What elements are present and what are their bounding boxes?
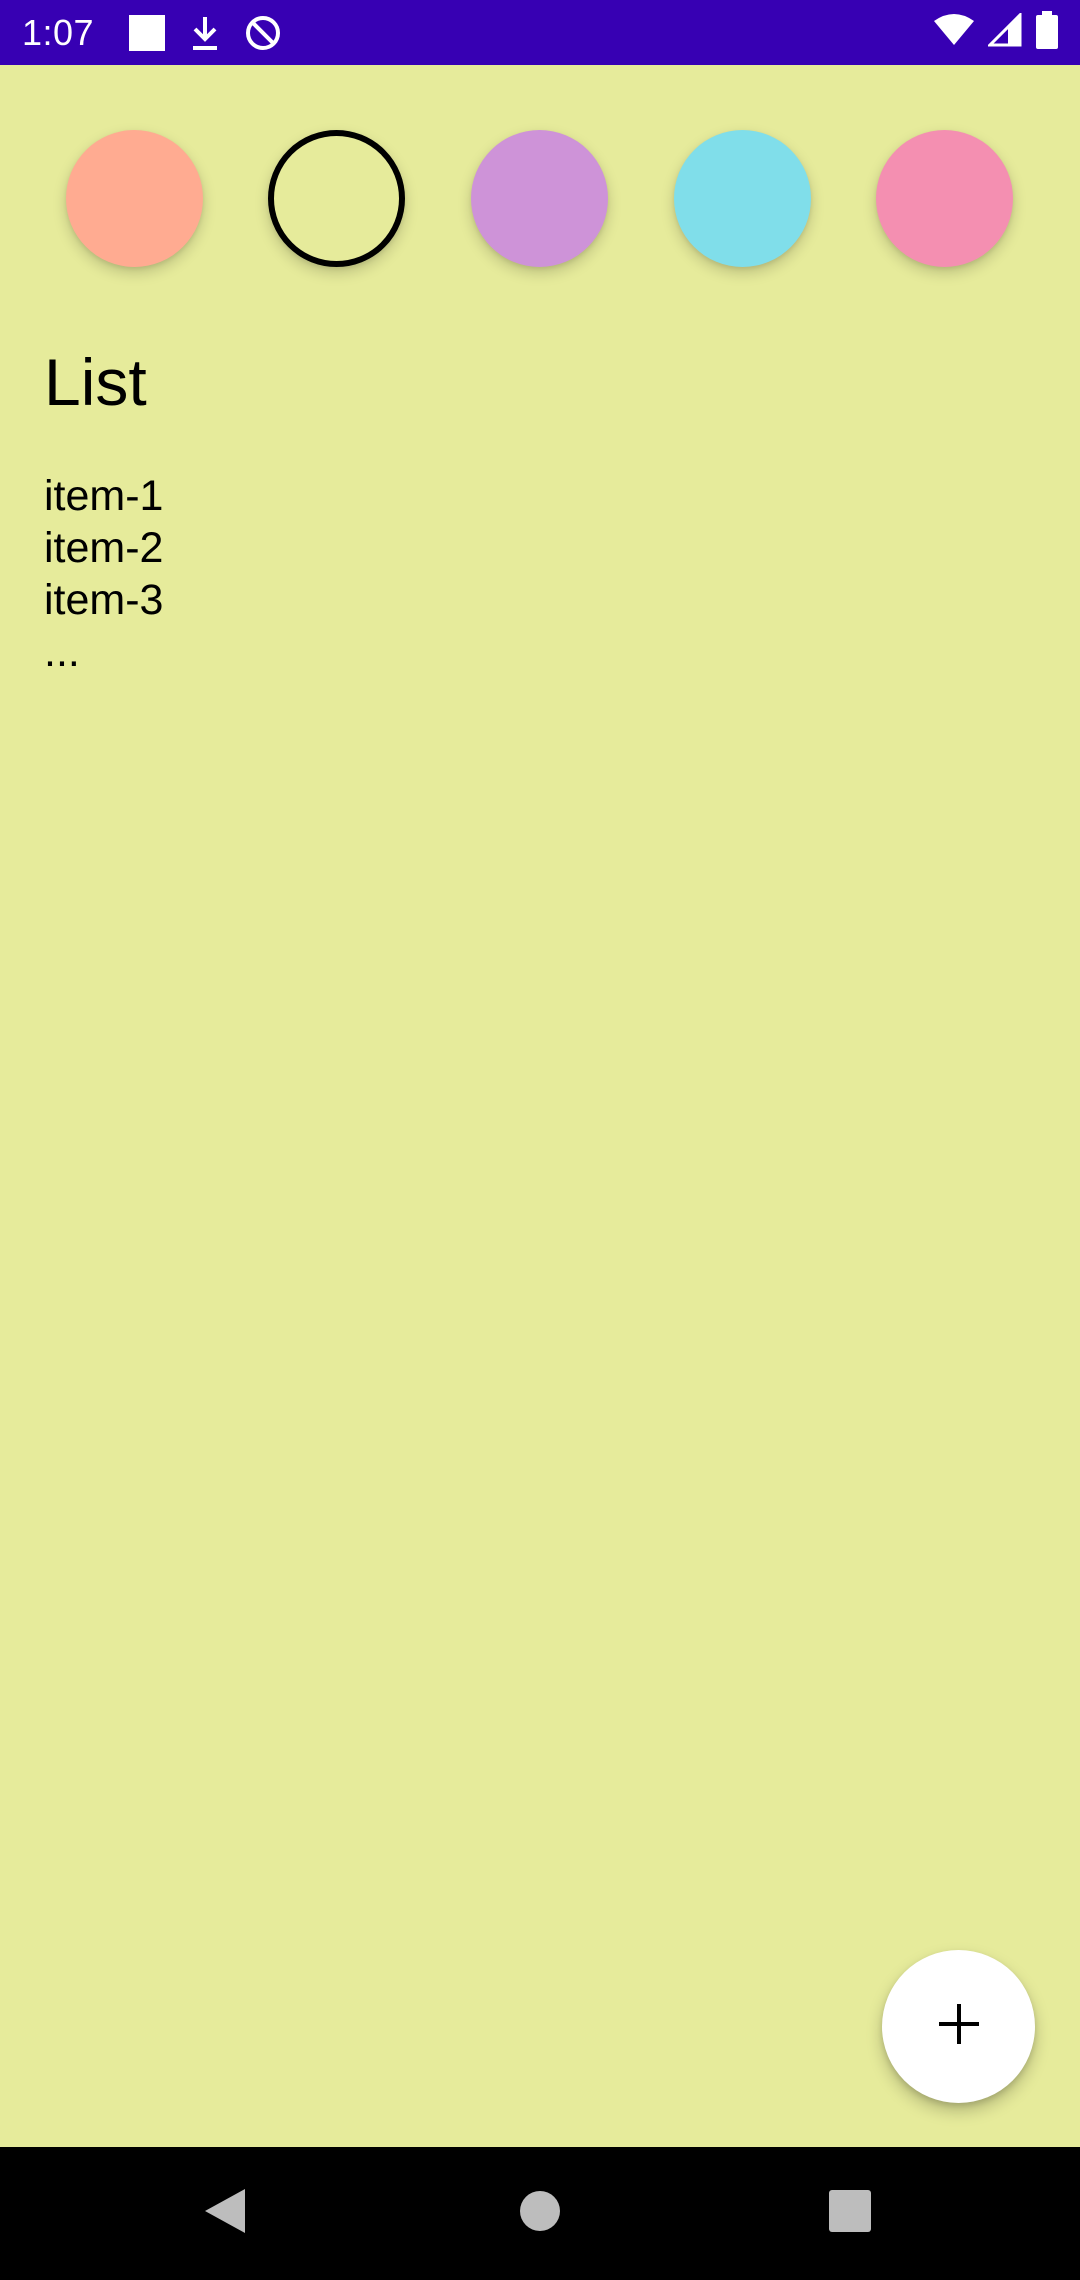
recents-icon xyxy=(829,2190,871,2237)
note-body[interactable]: item-1 item-2 item-3 ... xyxy=(44,470,163,678)
sync-icon xyxy=(243,13,283,53)
color-swatch-pink[interactable] xyxy=(876,130,1013,267)
note-title[interactable]: List xyxy=(44,342,147,422)
download-icon xyxy=(189,13,221,53)
battery-icon xyxy=(1036,11,1058,54)
status-time: 1:07 xyxy=(22,11,95,53)
back-button[interactable] xyxy=(160,2147,290,2280)
status-bar: 1:07 xyxy=(0,0,1080,65)
color-swatch-purple[interactable] xyxy=(471,130,608,267)
note-line: item-2 xyxy=(44,524,164,572)
note-line: ... xyxy=(44,628,80,676)
color-swatch-orange[interactable] xyxy=(66,130,203,267)
notification-square-icon xyxy=(127,13,167,53)
wifi-icon xyxy=(934,13,974,52)
color-palette xyxy=(0,130,1080,270)
navigation-bar xyxy=(0,2147,1080,2280)
status-right xyxy=(934,11,1058,54)
plus-icon xyxy=(937,2002,981,2051)
home-icon xyxy=(519,2190,561,2237)
color-swatch-lime[interactable] xyxy=(268,130,405,267)
recents-button[interactable] xyxy=(785,2147,915,2280)
note-line: item-3 xyxy=(44,576,164,624)
note-line: item-1 xyxy=(44,472,164,520)
color-swatch-cyan[interactable] xyxy=(674,130,811,267)
cell-signal-icon xyxy=(986,11,1022,52)
back-icon xyxy=(203,2187,247,2240)
add-button[interactable] xyxy=(882,1950,1035,2103)
home-button[interactable] xyxy=(475,2147,605,2280)
